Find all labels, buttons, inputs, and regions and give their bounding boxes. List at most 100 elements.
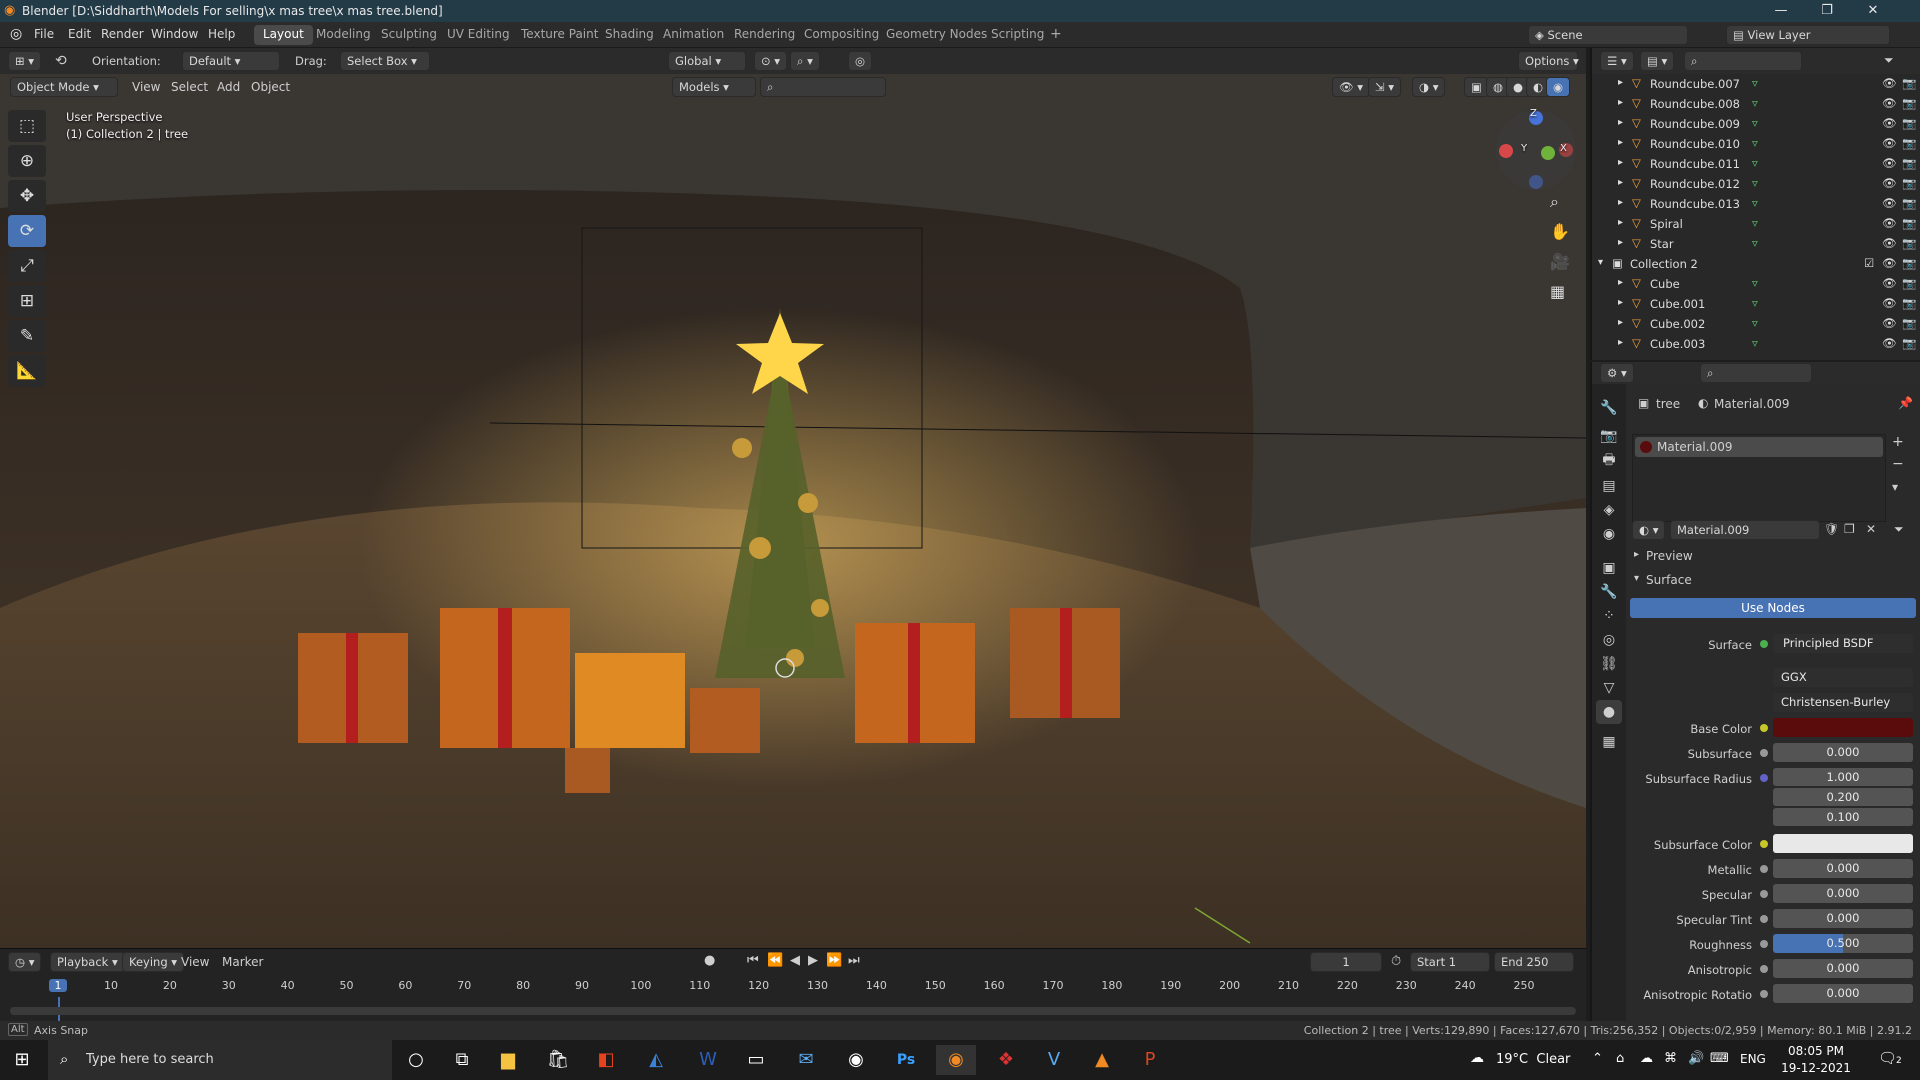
- render-camera-icon[interactable]: 📷: [1902, 276, 1916, 290]
- subsurface-color-swatch[interactable]: [1773, 834, 1913, 853]
- visibility-eye-icon[interactable]: 👁: [1882, 196, 1897, 210]
- scene-selector[interactable]: ◈ Scene: [1528, 25, 1688, 45]
- current-frame-field[interactable]: 1: [1310, 952, 1382, 972]
- visibility-eye-icon[interactable]: 👁: [1882, 276, 1897, 290]
- tool-tab-icon[interactable]: 🔧: [1596, 396, 1622, 420]
- distribution-dropdown[interactable]: GGX: [1773, 668, 1913, 687]
- anisotropic-field[interactable]: 0.000: [1773, 959, 1913, 978]
- render-camera-icon[interactable]: 📷: [1902, 136, 1916, 150]
- weather-icon[interactable]: ☁: [1470, 1050, 1484, 1066]
- rendered-shading-icon[interactable]: ◉: [1546, 77, 1571, 97]
- mail-icon[interactable]: ✉: [786, 1045, 826, 1075]
- notifications-icon[interactable]: 🗨: [1878, 1049, 1897, 1067]
- playback-menu[interactable]: Playback ▾: [50, 952, 125, 972]
- pivot-icon[interactable]: ⊙ ▾: [754, 51, 788, 71]
- file-explorer-icon[interactable]: ▆: [488, 1045, 528, 1075]
- fake-user-icon[interactable]: 🛡: [1824, 522, 1839, 536]
- camera-view-icon[interactable]: 🎥: [1550, 252, 1570, 271]
- blender-menu-icon[interactable]: ◎: [10, 26, 22, 42]
- mesh-data-icon[interactable]: ▿: [1752, 136, 1758, 150]
- viewport-search-input[interactable]: ⌕: [760, 77, 886, 97]
- subsurface-method-dropdown[interactable]: Christensen-Burley: [1773, 693, 1913, 712]
- scene-tab-icon[interactable]: ◈: [1596, 498, 1622, 522]
- anisotropic-rotation-field[interactable]: 0.000: [1773, 984, 1913, 1003]
- timeline-view-menu[interactable]: View: [181, 955, 209, 969]
- outliner-collection-row[interactable]: ▾ ▣ Collection 2 ☑ 👁 📷: [1592, 254, 1920, 274]
- outliner-object-row[interactable]: ▸ ▽ Spiral ▿ 👁 📷: [1592, 214, 1920, 234]
- unlink-material-icon[interactable]: ✕: [1866, 522, 1876, 536]
- mesh-data-icon[interactable]: ▿: [1752, 296, 1758, 310]
- next-keyframe-icon[interactable]: ⏩: [826, 953, 842, 968]
- menu-select[interactable]: Select: [171, 80, 208, 94]
- tab-shading[interactable]: Shading: [596, 25, 663, 45]
- surface-panel-header[interactable]: ▾ Surface: [1628, 570, 1918, 590]
- subsurface-field[interactable]: 0.000: [1773, 743, 1913, 762]
- powerpoint-icon[interactable]: P: [1130, 1045, 1170, 1075]
- duplicate-material-icon[interactable]: ❐: [1844, 522, 1855, 536]
- render-tab-icon[interactable]: 📷: [1596, 424, 1622, 448]
- outliner-object-row[interactable]: ▸ ▽ Roundcube.012 ▿ 👁 📷: [1592, 174, 1920, 194]
- timeline-scrollbar[interactable]: [10, 1007, 1576, 1015]
- chevron-right-icon[interactable]: ▸: [1618, 137, 1623, 148]
- visibility-eye-icon[interactable]: 👁: [1882, 216, 1897, 230]
- timeline-editor-type[interactable]: ◷ ▾: [8, 952, 42, 972]
- outliner-object-row[interactable]: ▸ ▽ Roundcube.007 ▿ 👁 📷: [1592, 74, 1920, 94]
- metallic-field[interactable]: 0.000: [1773, 859, 1913, 878]
- clock-time[interactable]: 08:05 PM: [1772, 1044, 1860, 1058]
- transform-tool-icon[interactable]: ⟲: [55, 53, 67, 69]
- outliner-object-row[interactable]: ▸ ▽ Roundcube.013 ▿ 👁 📷: [1592, 194, 1920, 214]
- visibility-eye-icon[interactable]: 👁: [1882, 116, 1897, 130]
- collection-filter-dropdown[interactable]: Models ▾: [672, 77, 756, 97]
- physics-tab-icon[interactable]: ◎: [1596, 628, 1622, 652]
- mesh-data-icon[interactable]: ▿: [1752, 116, 1758, 130]
- material-slot-list[interactable]: Material.009: [1632, 434, 1886, 522]
- data-tab-icon[interactable]: ▽: [1596, 676, 1622, 700]
- menu-render[interactable]: Render: [101, 27, 144, 41]
- visibility-eye-icon[interactable]: 👁: [1882, 96, 1897, 110]
- weather-text[interactable]: 19°C Clear: [1496, 1052, 1570, 1067]
- outliner-object-row[interactable]: ▸ ▽ Roundcube.009 ▿ 👁 📷: [1592, 114, 1920, 134]
- roughness-slider[interactable]: 0.500: [1773, 934, 1913, 953]
- material-name-field[interactable]: Material.009: [1670, 520, 1820, 540]
- material-tab-icon[interactable]: ●: [1596, 700, 1622, 724]
- cursor-icon[interactable]: ⊕: [8, 145, 46, 177]
- scale-icon[interactable]: ⤢: [8, 250, 46, 282]
- base-color-swatch[interactable]: [1773, 718, 1913, 737]
- chevron-right-icon[interactable]: ▸: [1618, 197, 1623, 208]
- prev-keyframe-icon[interactable]: ⏪: [767, 953, 783, 968]
- visibility-eye-icon[interactable]: 👁: [1882, 156, 1897, 170]
- options-dropdown[interactable]: Options ▾: [1518, 51, 1579, 71]
- maximize-button[interactable]: ❐: [1804, 0, 1850, 22]
- windows-start-icon[interactable]: ⊞: [2, 1045, 42, 1075]
- mesh-data-icon[interactable]: ▿: [1752, 96, 1758, 110]
- add-workspace-icon[interactable]: +: [1050, 26, 1062, 42]
- drag-dropdown[interactable]: Select Box ▾: [340, 51, 430, 71]
- tab-rendering[interactable]: Rendering: [725, 25, 804, 45]
- tab-layout[interactable]: Layout: [254, 25, 313, 45]
- visibility-eye-icon[interactable]: 👁: [1882, 336, 1897, 350]
- chevron-right-icon[interactable]: ▸: [1618, 277, 1623, 288]
- chevron-right-icon[interactable]: ▸: [1618, 157, 1623, 168]
- render-camera-icon[interactable]: 📷: [1902, 76, 1916, 90]
- chevron-right-icon[interactable]: ▸: [1618, 77, 1623, 88]
- chevron-right-icon[interactable]: ▸: [1618, 177, 1623, 188]
- outliner-object-row[interactable]: ▸ ▽ Roundcube.011 ▿ 👁 📷: [1592, 154, 1920, 174]
- annotate-icon[interactable]: ✎: [8, 320, 46, 352]
- photoshop-icon[interactable]: Ps: [886, 1045, 926, 1075]
- keyboard-icon[interactable]: ⌨: [1710, 1051, 1729, 1066]
- subsurface-radius-z[interactable]: 0.100: [1773, 808, 1913, 826]
- properties-search-input[interactable]: ⌕: [1700, 363, 1812, 383]
- render-camera-icon[interactable]: 📷: [1902, 156, 1916, 170]
- cortana-icon[interactable]: ○: [396, 1045, 436, 1075]
- browse-material-icon[interactable]: ◐ ▾: [1632, 520, 1666, 540]
- specular-tint-field[interactable]: 0.000: [1773, 909, 1913, 928]
- app-icon[interactable]: ◭: [636, 1045, 676, 1075]
- render-camera-icon[interactable]: 📷: [1902, 336, 1916, 350]
- snap-icon[interactable]: ⌕ ▾: [790, 51, 820, 71]
- mesh-data-icon[interactable]: ▿: [1752, 336, 1758, 350]
- filter-icon[interactable]: ⏷: [1884, 53, 1894, 68]
- zoom-icon[interactable]: ⌕: [1550, 192, 1559, 212]
- mesh-data-icon[interactable]: ▿: [1752, 76, 1758, 90]
- render-camera-icon[interactable]: 📷: [1902, 256, 1916, 270]
- gizmo-y-axis[interactable]: [1541, 146, 1555, 160]
